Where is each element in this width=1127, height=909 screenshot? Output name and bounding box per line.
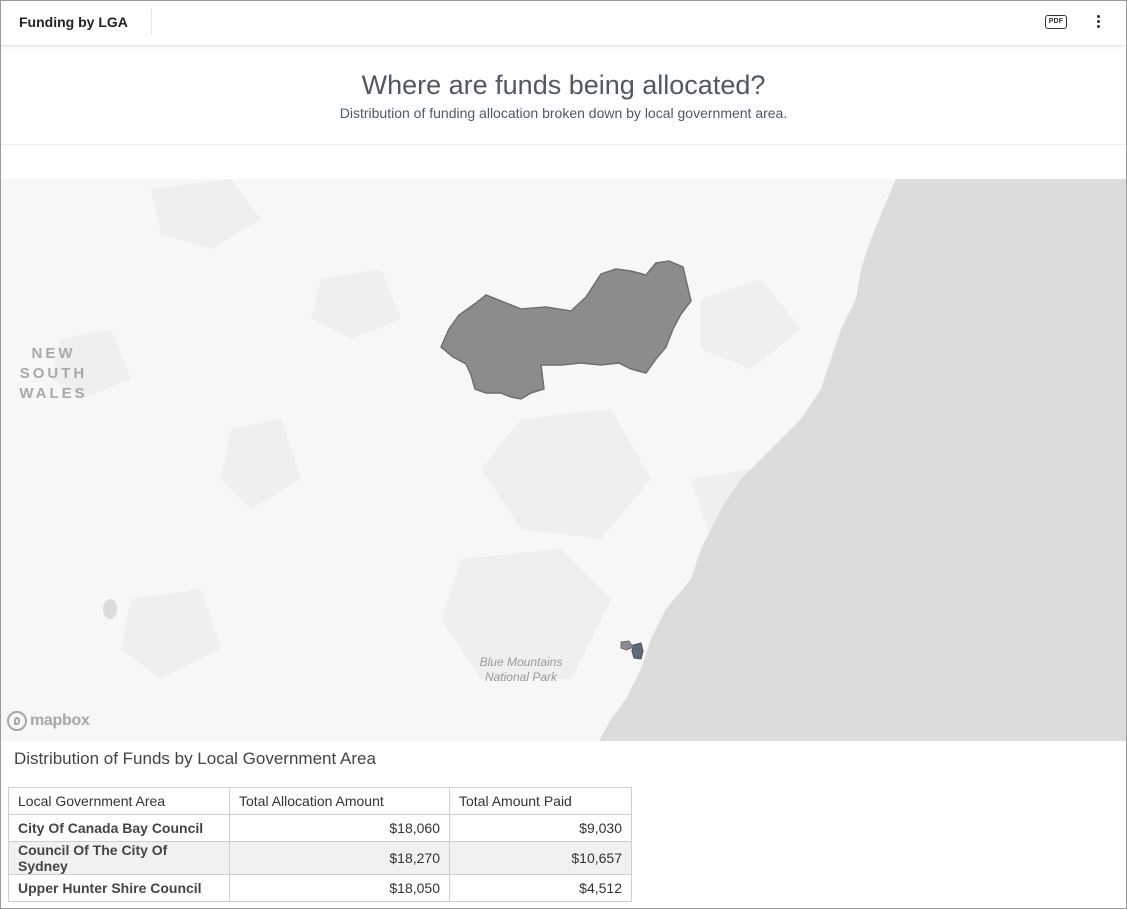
title-divider — [151, 9, 152, 35]
region-label-line: NEW SOUTH — [19, 345, 88, 382]
header-divider — [1, 144, 1126, 145]
table-title: Distribution of Funds by Local Governmen… — [14, 749, 376, 768]
pdf-icon[interactable]: PDF — [1045, 15, 1067, 29]
allocation-cell: $18,060 — [229, 814, 450, 842]
more-options-icon[interactable] — [1090, 13, 1106, 33]
paid-cell: $4,512 — [449, 874, 632, 902]
dashboard-title: Funding by LGA — [19, 14, 128, 30]
column-header[interactable]: Local Government Area — [8, 787, 230, 815]
area-cell: City Of Canada Bay Council — [8, 814, 230, 842]
panel-title: Where are funds being allocated? — [361, 70, 766, 100]
paid-cell: $10,657 — [449, 841, 632, 875]
panel-header: Where are funds being allocated? Distrib… — [1, 46, 1126, 144]
column-header[interactable]: Total Amount Paid — [449, 787, 632, 815]
region-label-line: WALES — [19, 385, 88, 402]
mapbox-logo-icon — [7, 711, 27, 731]
top-bar: Funding by LGA PDF — [1, 1, 1126, 46]
table-header-row: Local Government Area Total Allocation A… — [8, 787, 632, 815]
table-row: City Of Canada Bay Council $18,060 $9,03… — [8, 814, 632, 842]
canada-bay-region — [620, 640, 634, 651]
city-of-sydney-region — [631, 642, 644, 660]
area-cell: Upper Hunter Shire Council — [8, 874, 230, 902]
table-row: Upper Hunter Shire Council $18,050 $4,51… — [8, 874, 632, 902]
region-label: NEW SOUTH WALES — [1, 344, 106, 404]
park-label-line: Blue Mountains — [479, 655, 563, 669]
mapbox-attribution[interactable]: mapbox — [7, 710, 90, 732]
panel-subtitle: Distribution of funding allocation broke… — [339, 105, 788, 121]
ocean — [599, 179, 1126, 741]
mapbox-logo-text: mapbox — [30, 712, 90, 729]
lake-shape — [103, 599, 117, 619]
park-label: Blue Mountains National Park — [471, 655, 571, 685]
allocation-cell: $18,270 — [229, 841, 450, 875]
park-label-line: National Park — [484, 670, 558, 684]
allocation-cell: $18,050 — [229, 874, 450, 902]
table-row: Council Of The City Of Sydney $18,270 $1… — [8, 841, 632, 875]
column-header[interactable]: Total Allocation Amount — [229, 787, 450, 815]
funding-table: Local Government Area Total Allocation A… — [8, 787, 632, 902]
map-view[interactable]: NEW SOUTH WALES Blue Mountains National … — [1, 179, 1126, 741]
paid-cell: $9,030 — [449, 814, 632, 842]
dashboard-frame: Funding by LGA PDF Where are funds being… — [0, 0, 1127, 909]
upper-hunter-region — [440, 260, 692, 400]
area-cell: Council Of The City Of Sydney — [8, 841, 230, 875]
